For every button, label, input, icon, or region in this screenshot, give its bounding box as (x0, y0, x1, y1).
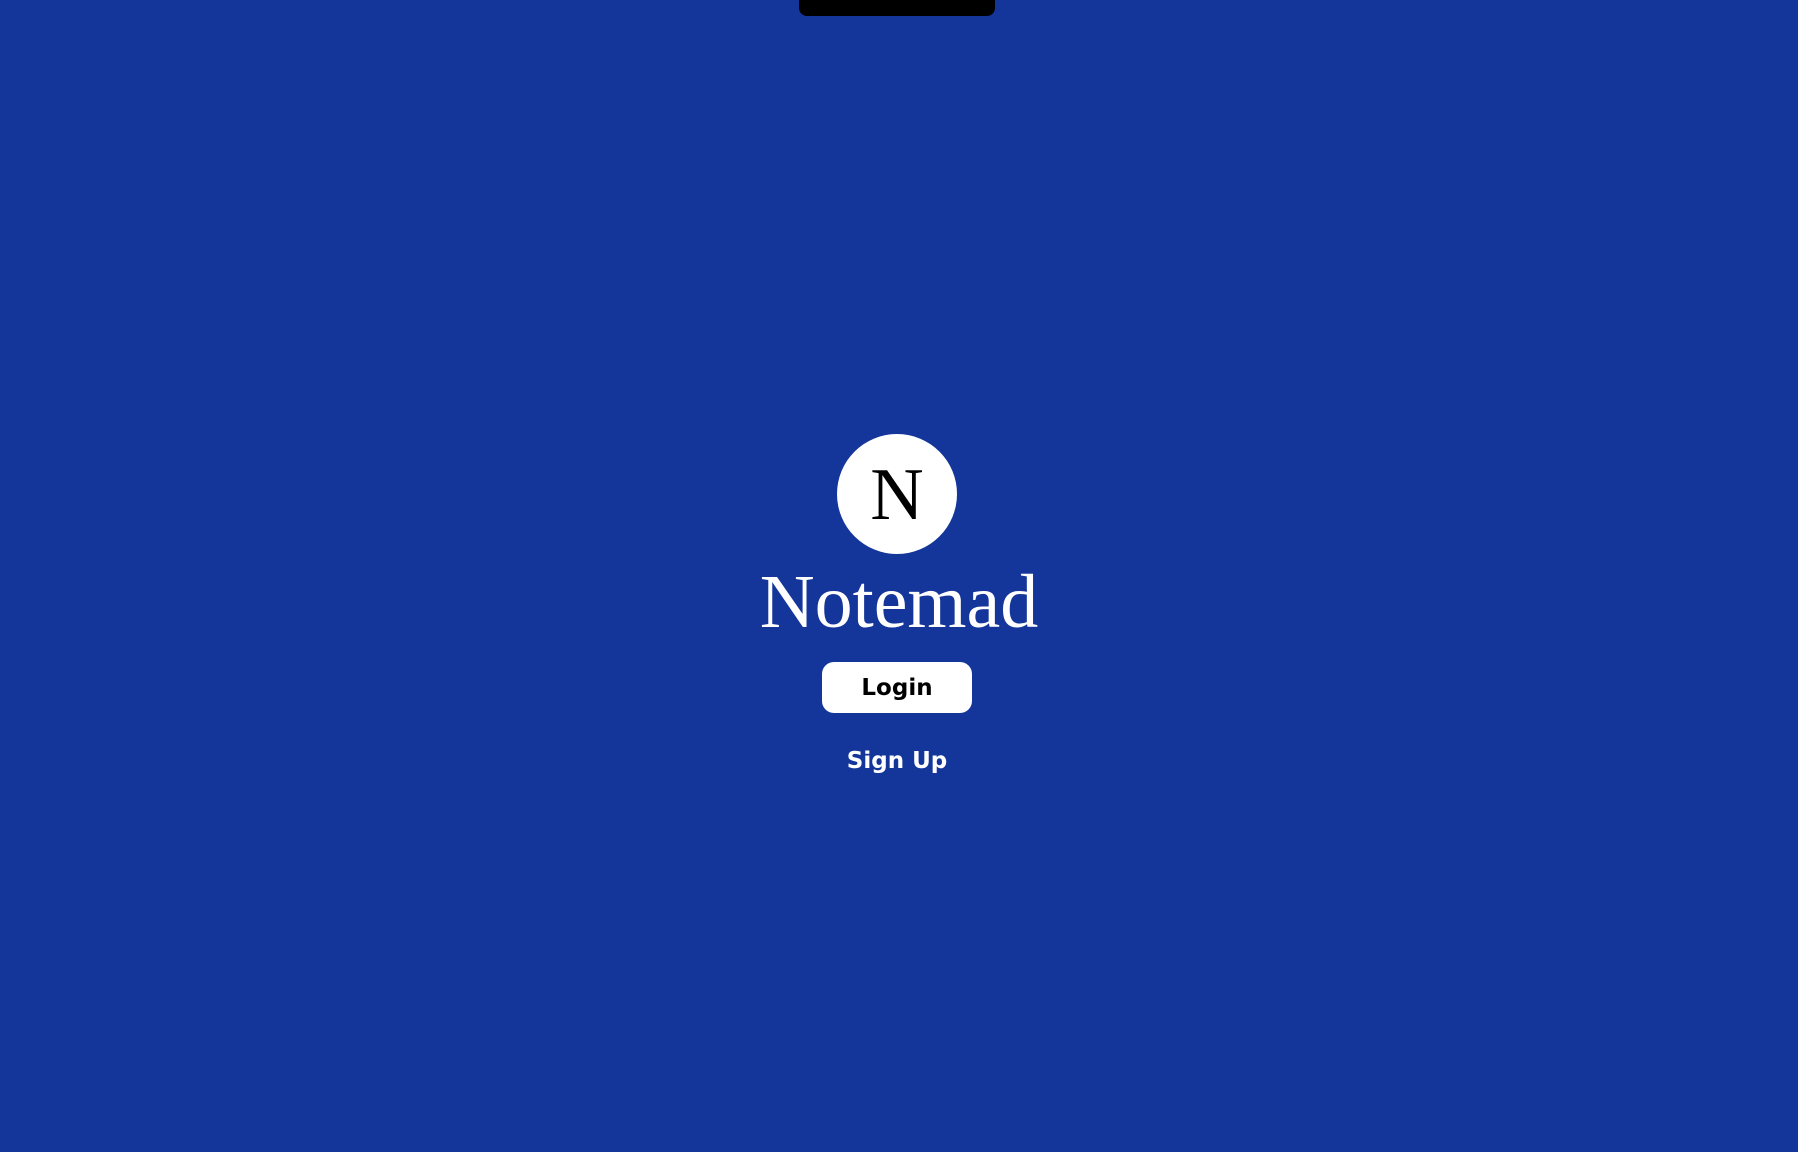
app-title: Notemad (759, 560, 1039, 644)
sign-up-link[interactable]: Sign Up (799, 744, 995, 778)
device-notch (799, 0, 995, 16)
app-logo: N (837, 434, 957, 554)
app-logo-letter: N (870, 454, 924, 536)
login-button[interactable]: Login (822, 662, 972, 713)
welcome-screen: N Notemad Login Sign Up (0, 0, 1798, 1152)
